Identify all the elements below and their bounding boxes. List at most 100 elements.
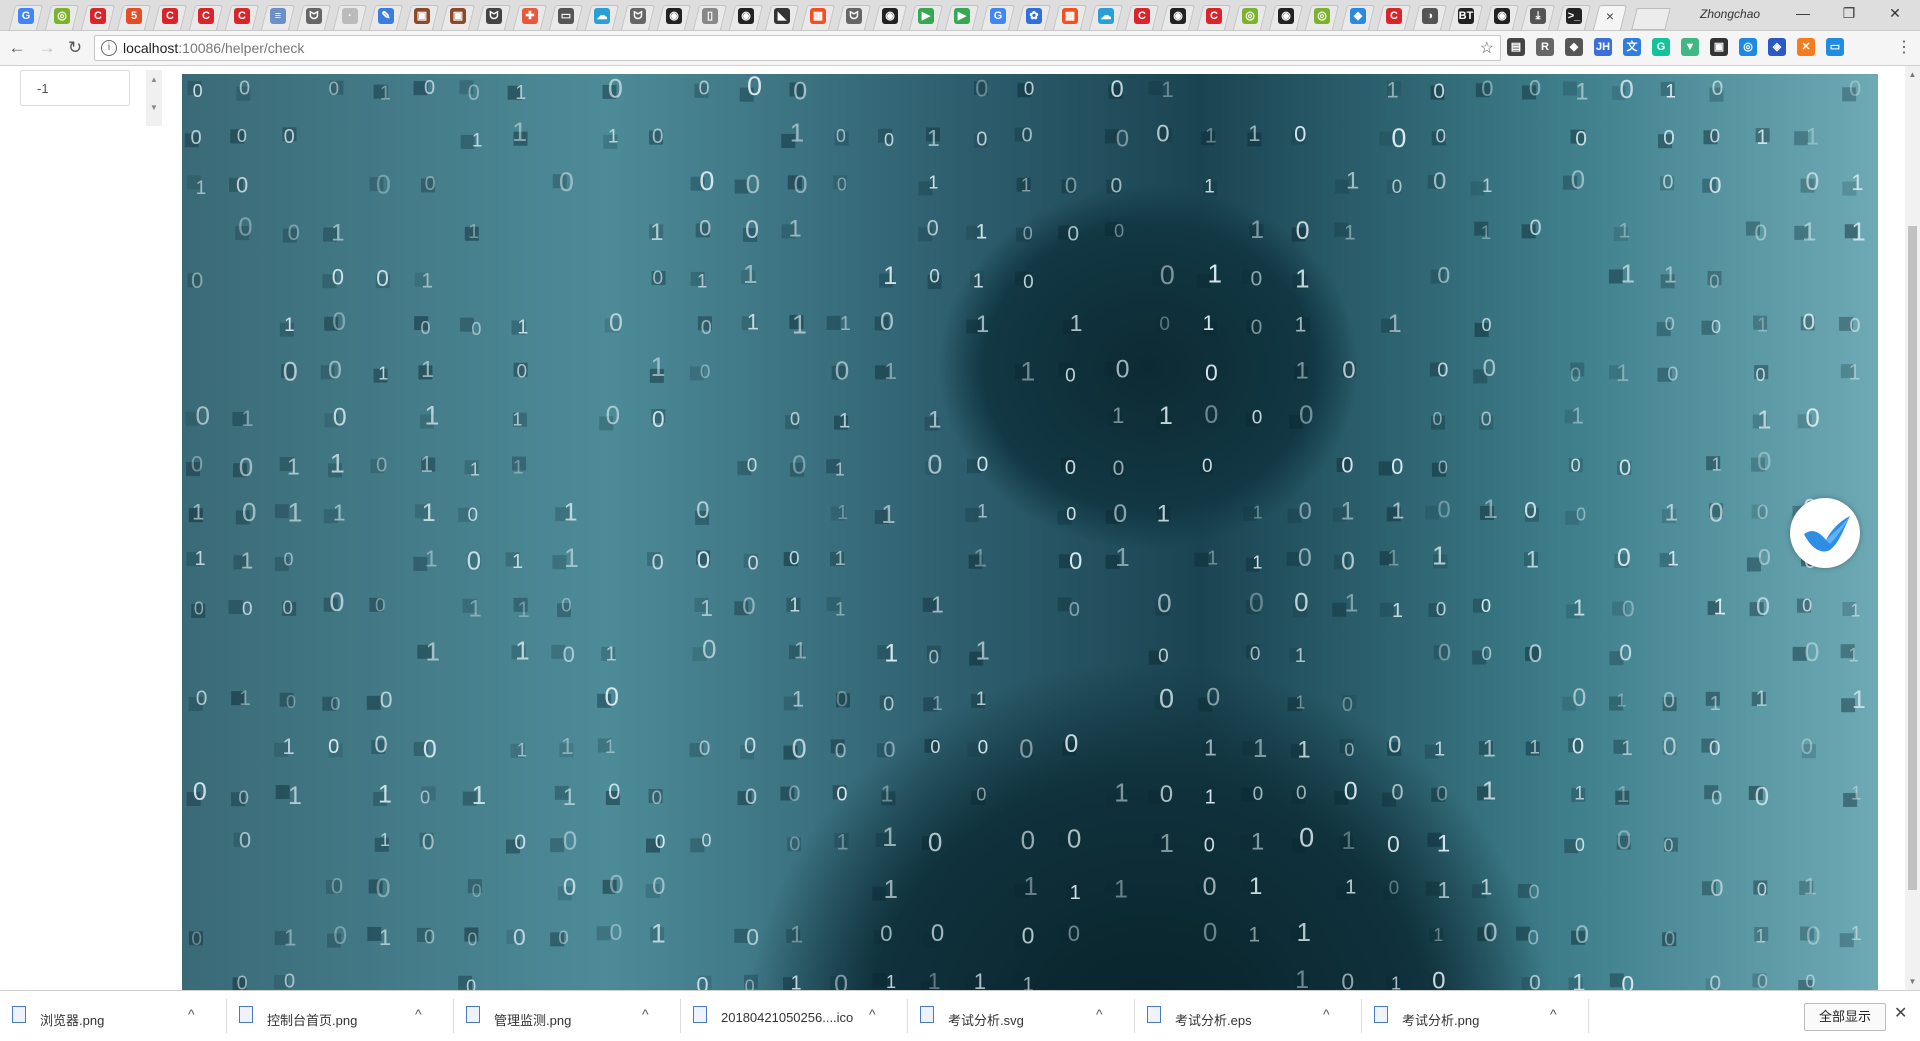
browser-tab[interactable]: ≡ xyxy=(260,2,296,30)
address-bar[interactable]: i localhost:10086/helper/check ☆ xyxy=(94,35,1501,61)
evernote-icon[interactable]: ◆ xyxy=(1565,38,1583,56)
active-browser-tab[interactable]: × xyxy=(1592,2,1628,30)
new-tab-button[interactable] xyxy=(1631,8,1671,30)
browser-tab[interactable]: G xyxy=(980,2,1016,30)
info-icon[interactable]: i xyxy=(101,40,117,56)
close-tab-icon[interactable]: × xyxy=(1606,8,1614,24)
browser-tab[interactable]: ▶ xyxy=(944,2,980,30)
spinner-up-icon[interactable]: ▲ xyxy=(146,70,162,98)
browser-tab[interactable]: ᗢ xyxy=(296,2,332,30)
browser-tab[interactable]: ✿ xyxy=(1016,2,1052,30)
browser-tab[interactable]: ◣ xyxy=(764,2,800,30)
chevron-up-icon[interactable]: ^ xyxy=(1550,1006,1557,1022)
download-item[interactable]: 考试分析.eps ^ xyxy=(1135,999,1362,1033)
browser-tab[interactable]: C xyxy=(152,2,188,30)
browser-tab[interactable]: ▦ xyxy=(1052,2,1088,30)
show-all-downloads-button[interactable]: 全部显示 xyxy=(1804,1003,1886,1031)
browser-tab[interactable]: ◎ xyxy=(1304,2,1340,30)
browser-tab[interactable]: C xyxy=(224,2,260,30)
browser-tab[interactable]: ◎ xyxy=(44,2,80,30)
browser-tab[interactable]: G xyxy=(8,2,44,30)
browser-tab[interactable]: ◉ xyxy=(728,2,764,30)
browser-tab[interactable]: ▯ xyxy=(692,2,728,30)
fox-icon[interactable]: ✕ xyxy=(1797,38,1815,56)
browser-tab[interactable]: ᗢ xyxy=(620,2,656,30)
scrollbar-thumb[interactable] xyxy=(1908,226,1917,890)
scroll-up-icon[interactable]: ▲ xyxy=(1905,70,1920,79)
profile-name[interactable]: Zhongchao xyxy=(1700,7,1760,21)
browser-tab[interactable]: ᗢ xyxy=(476,2,512,30)
browser-tab[interactable]: ⤓ xyxy=(1520,2,1556,30)
browser-tab[interactable]: C xyxy=(1124,2,1160,30)
download-item[interactable]: 考试分析.svg ^ xyxy=(908,999,1135,1033)
vue-icon[interactable]: ▼ xyxy=(1681,38,1699,56)
back-button[interactable]: ← xyxy=(6,37,28,59)
forward-button[interactable]: → xyxy=(36,37,58,59)
browser-tab[interactable]: BT xyxy=(1448,2,1484,30)
svg-text:1: 1 xyxy=(1757,315,1768,337)
download-item[interactable]: 考试分析.png ^ xyxy=(1362,999,1589,1033)
screen-icon[interactable]: ▭ xyxy=(1826,38,1844,56)
browser-tab[interactable]: · xyxy=(332,2,368,30)
browser-tab[interactable]: ▶ xyxy=(908,2,944,30)
browser-tab[interactable]: ▭ xyxy=(548,2,584,30)
browser-tab[interactable]: ✎ xyxy=(368,2,404,30)
address-url[interactable]: localhost:10086/helper/check xyxy=(123,40,304,56)
svg-text:1: 1 xyxy=(651,352,666,382)
close-window-button[interactable]: ✕ xyxy=(1872,0,1918,26)
chevron-up-icon[interactable]: ^ xyxy=(188,1006,195,1022)
compass-icon[interactable]: ◎ xyxy=(1739,38,1757,56)
browser-tab[interactable]: >_ xyxy=(1556,2,1592,30)
number-spinner[interactable]: ▲ ▼ xyxy=(146,70,162,126)
bird-logo-icon[interactable] xyxy=(1790,498,1860,568)
bookmark-star-icon[interactable]: ☆ xyxy=(1480,38,1494,58)
menu-icon[interactable]: ⋮ xyxy=(1896,37,1912,57)
browser-tab[interactable]: ◉ xyxy=(656,2,692,30)
download-item[interactable]: 20180421050256....ico ^ xyxy=(681,999,908,1033)
browser-tab[interactable]: C xyxy=(1196,2,1232,30)
jh-icon[interactable]: JH xyxy=(1594,38,1612,56)
browser-tab[interactable]: C xyxy=(188,2,224,30)
browser-tab[interactable]: 5 xyxy=(116,2,152,30)
chevron-up-icon[interactable]: ^ xyxy=(869,1006,876,1022)
browser-tab[interactable]: ☁ xyxy=(1088,2,1124,30)
reload-button[interactable]: ↻ xyxy=(64,37,86,59)
browser-tab[interactable]: C xyxy=(80,2,116,30)
vertical-scrollbar[interactable]: ▲ ▼ xyxy=(1905,66,1920,990)
close-download-shelf-icon[interactable]: ✕ xyxy=(1894,1003,1907,1023)
download-item[interactable]: 控制台首页.png ^ xyxy=(227,999,454,1033)
browser-tab[interactable]: ◉ xyxy=(1160,2,1196,30)
minimize-button[interactable]: — xyxy=(1780,0,1826,26)
scroll-down-icon[interactable]: ▼ xyxy=(1905,977,1920,986)
wallet-icon[interactable]: ▣ xyxy=(1710,38,1728,56)
browser-tab[interactable]: ▣ xyxy=(404,2,440,30)
svg-text:0: 0 xyxy=(1433,80,1445,103)
svg-text:1: 1 xyxy=(1482,775,1496,805)
browser-tab[interactable]: ◉ xyxy=(1484,2,1520,30)
chevron-up-icon[interactable]: ^ xyxy=(1096,1006,1103,1022)
browser-tab[interactable]: ◑ xyxy=(1412,2,1448,30)
browser-tab[interactable]: ✚ xyxy=(512,2,548,30)
browser-tab[interactable]: ◉ xyxy=(1268,2,1304,30)
download-item[interactable]: 浏览器.png ^ xyxy=(0,999,227,1033)
translate-icon[interactable]: 文 xyxy=(1623,38,1641,56)
browser-tab[interactable]: C xyxy=(1376,2,1412,30)
browser-tab[interactable]: ◉ xyxy=(872,2,908,30)
browser-tab[interactable]: ▦ xyxy=(800,2,836,30)
browser-tab[interactable]: ▣ xyxy=(440,2,476,30)
browser-tab[interactable]: ᗢ xyxy=(836,2,872,30)
chevron-up-icon[interactable]: ^ xyxy=(415,1006,422,1022)
chevron-up-icon[interactable]: ^ xyxy=(642,1006,649,1022)
restore-button[interactable]: ❐ xyxy=(1826,0,1872,26)
reader-icon[interactable]: ▤ xyxy=(1507,38,1525,56)
grammarly-icon[interactable]: G xyxy=(1652,38,1670,56)
number-input[interactable]: -1 xyxy=(20,70,130,106)
chevron-up-icon[interactable]: ^ xyxy=(1323,1006,1330,1022)
browser-tab[interactable]: ☁ xyxy=(584,2,620,30)
shield-icon[interactable]: ◈ xyxy=(1768,38,1786,56)
download-item[interactable]: 管理监测.png ^ xyxy=(454,999,681,1033)
browser-tab[interactable]: ◎ xyxy=(1232,2,1268,30)
browser-tab[interactable]: ◆ xyxy=(1340,2,1376,30)
r-icon[interactable]: R xyxy=(1536,38,1554,56)
spinner-down-icon[interactable]: ▼ xyxy=(146,98,162,126)
